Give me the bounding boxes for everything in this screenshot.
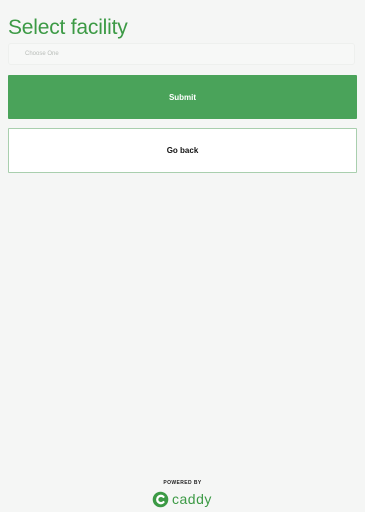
submit-button[interactable]: Submit xyxy=(8,75,357,119)
go-back-button[interactable]: Go back xyxy=(8,128,357,173)
page-title: Select facility xyxy=(8,16,128,39)
powered-by-label: POWERED BY xyxy=(163,480,202,486)
facility-select[interactable]: Choose One xyxy=(8,43,355,65)
facility-select-placeholder: Choose One xyxy=(25,51,59,57)
brand-name: caddy xyxy=(172,491,212,507)
caddy-logo-icon xyxy=(152,491,169,507)
submit-button-label: Submit xyxy=(168,92,197,102)
caddy-brand: caddy xyxy=(152,490,212,508)
go-back-button-label: Go back xyxy=(166,146,199,155)
